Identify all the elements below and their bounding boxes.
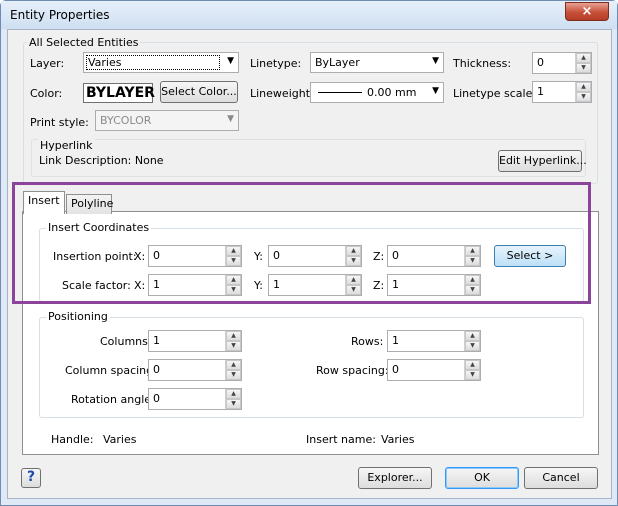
thickness-spinner[interactable]: 0 ▲ ▼ — [532, 52, 592, 74]
ok-button[interactable]: OK — [445, 467, 519, 489]
lineweight-value: 0.00 mm — [367, 86, 417, 99]
spin-down-icon[interactable]: ▼ — [465, 341, 480, 351]
highlight-box — [12, 182, 591, 304]
insert-name-value: Varies — [381, 433, 415, 446]
spin-down-icon[interactable]: ▼ — [576, 92, 591, 102]
help-icon[interactable]: ? — [21, 468, 41, 488]
chevron-down-icon: ▼ — [432, 86, 439, 96]
spin-down-icon[interactable]: ▼ — [226, 341, 241, 351]
handle-value: Varies — [103, 433, 137, 446]
spin-up-icon[interactable]: ▲ — [576, 53, 591, 63]
chevron-down-icon: ▼ — [227, 114, 234, 124]
entity-properties-window: Entity Properties × All Selected Entitie… — [0, 0, 618, 506]
rows-label: Rows: — [351, 335, 384, 348]
handle-label: Handle: — [51, 433, 94, 446]
row-spacing-label: Row spacing: — [316, 364, 389, 377]
all-selected-group-title: All Selected Entities — [27, 36, 141, 49]
color-swatch: BYLAYER — [83, 83, 155, 103]
close-icon[interactable]: × — [565, 2, 609, 21]
title-bar[interactable]: Entity Properties × — [1, 1, 617, 29]
insert-name-label: Insert name: — [306, 433, 376, 446]
rotation-angle-spinner[interactable]: 0 ▲ ▼ — [148, 388, 242, 410]
explorer-button[interactable]: Explorer... — [358, 467, 432, 489]
spin-up-icon[interactable]: ▲ — [226, 360, 241, 370]
print-style-label: Print style: — [30, 116, 89, 129]
edit-hyperlink-button[interactable]: Edit Hyperlink... — [498, 150, 587, 172]
linetype-scale-value: 1 — [537, 85, 544, 98]
lineweight-dropdown[interactable]: 0.00 mm ▼ — [310, 82, 444, 103]
layer-value: Varies — [88, 56, 122, 69]
hyperlink-group-title: Hyperlink — [38, 139, 95, 152]
column-spacing-spinner[interactable]: 0 ▲ ▼ — [148, 359, 242, 381]
column-spacing-value: 0 — [153, 363, 160, 376]
spin-up-icon[interactable]: ▲ — [576, 82, 591, 92]
rows-spinner[interactable]: 1 ▲ ▼ — [387, 330, 481, 352]
spin-up-icon[interactable]: ▲ — [465, 331, 480, 341]
spin-down-icon[interactable]: ▼ — [226, 399, 241, 409]
columns-spinner[interactable]: 1 ▲ ▼ — [148, 330, 242, 352]
row-spacing-value: 0 — [392, 363, 399, 376]
row-spacing-spinner[interactable]: 0 ▲ ▼ — [387, 359, 481, 381]
columns-value: 1 — [153, 334, 160, 347]
linetype-label: Linetype: — [250, 57, 302, 70]
rotation-angle-value: 0 — [153, 392, 160, 405]
lineweight-label: Lineweight: — [250, 87, 314, 100]
spin-up-icon[interactable]: ▲ — [226, 331, 241, 341]
chevron-down-icon: ▼ — [432, 56, 439, 66]
linetype-value: ByLayer — [315, 56, 360, 69]
linetype-scale-label: Linetype scale: — [453, 87, 537, 100]
color-label: Color: — [30, 87, 63, 100]
chevron-down-icon: ▼ — [227, 56, 234, 66]
columns-label: Columns: — [100, 335, 152, 348]
thickness-label: Thickness: — [453, 57, 512, 70]
print-style-dropdown[interactable]: BYCOLOR ▼ — [95, 110, 239, 131]
spin-up-icon[interactable]: ▲ — [465, 360, 480, 370]
rotation-angle-label: Rotation angle: — [71, 393, 155, 406]
spin-up-icon[interactable]: ▲ — [226, 389, 241, 399]
spin-down-icon[interactable]: ▼ — [576, 63, 591, 73]
window-title: Entity Properties — [10, 8, 110, 22]
column-spacing-label: Column spacing: — [65, 364, 157, 377]
dialog-client-area: All Selected Entities Layer: Varies ▼ Li… — [7, 29, 612, 499]
linetype-scale-spinner[interactable]: 1 ▲ ▼ — [532, 81, 592, 103]
spin-down-icon[interactable]: ▼ — [465, 370, 480, 380]
linetype-dropdown[interactable]: ByLayer ▼ — [310, 52, 444, 73]
print-style-value: BYCOLOR — [100, 114, 152, 127]
link-description: Link Description: None — [39, 154, 164, 167]
layer-label: Layer: — [30, 57, 65, 70]
lineweight-sample-line — [318, 92, 362, 93]
select-color-button[interactable]: Select Color... — [160, 81, 238, 103]
thickness-value: 0 — [537, 56, 544, 69]
layer-dropdown[interactable]: Varies ▼ — [83, 52, 239, 73]
rows-value: 1 — [392, 334, 399, 347]
cancel-button[interactable]: Cancel — [524, 467, 598, 489]
positioning-title: Positioning — [46, 310, 110, 323]
spin-down-icon[interactable]: ▼ — [226, 370, 241, 380]
